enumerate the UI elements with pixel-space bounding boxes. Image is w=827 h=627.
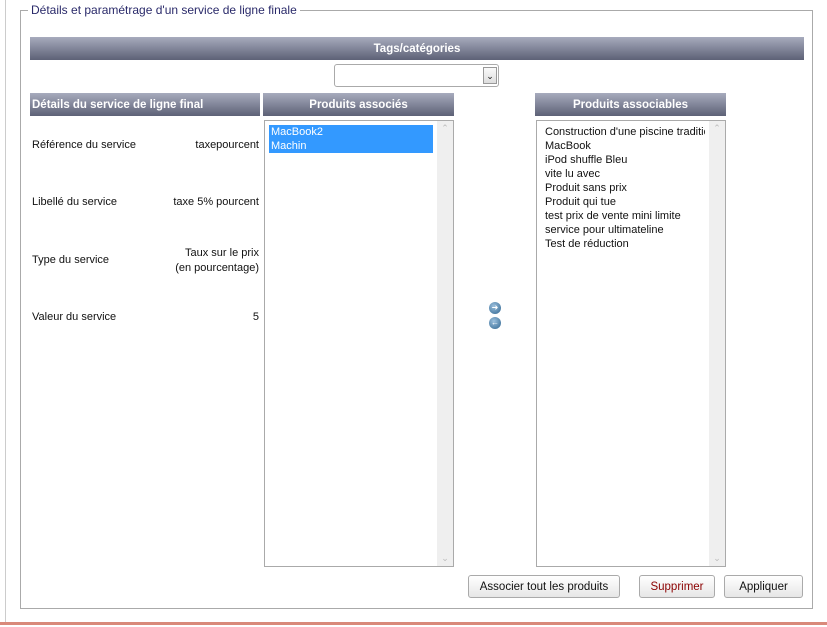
list-item[interactable]: vite lu avec [543, 167, 705, 181]
associable-header: Produits associables [535, 93, 726, 116]
fieldset-legend: Détails et paramétrage d'un service de l… [28, 3, 300, 17]
list-item[interactable]: service pour ultimateline [543, 223, 705, 237]
detail-value: taxepourcent [195, 139, 259, 151]
arrow-right-icon[interactable]: ➜ [489, 302, 501, 314]
scrollbar[interactable]: ⌃ ⌄ [437, 121, 453, 566]
delete-button[interactable]: Supprimer [639, 575, 715, 598]
chevron-down-icon[interactable]: ⌄ [483, 67, 497, 84]
tags-header: Tags/catégories [30, 37, 804, 60]
associable-products-list[interactable]: Construction d'une piscine traditio MacB… [536, 120, 726, 567]
list-item[interactable]: iPod shuffle Bleu [543, 153, 705, 167]
detail-label: Libellé du service [32, 196, 117, 208]
bottom-divider [0, 622, 827, 625]
list-item[interactable]: Test de réduction [543, 237, 705, 251]
detail-value: Taux sur le prix [185, 247, 259, 259]
list-item[interactable]: Machin [269, 139, 433, 153]
details-header: Détails du service de ligne final [30, 93, 260, 116]
associate-all-button[interactable]: Associer tout les produits [468, 575, 620, 598]
associated-products-list[interactable]: MacBook2 Machin ⌃ ⌄ [264, 120, 454, 567]
detail-label: Type du service [32, 254, 110, 266]
left-border [5, 0, 6, 622]
detail-value: taxe 5% pourcent [173, 196, 259, 208]
tags-select[interactable]: ⌄ [334, 64, 499, 87]
list-item[interactable]: Produit qui tue [543, 195, 705, 209]
detail-value: 5 [252, 311, 259, 323]
detail-label: Valeur du service [32, 311, 117, 323]
list-item[interactable]: test prix de vente mini limite [543, 209, 705, 223]
list-item[interactable]: Construction d'une piscine traditio [543, 125, 705, 139]
associated-header: Produits associés [263, 93, 454, 116]
list-item[interactable]: MacBook [543, 139, 705, 153]
list-item[interactable]: Produit sans prix [543, 181, 705, 195]
detail-value-2: (en pourcentage) [175, 262, 259, 274]
arrow-left-icon[interactable]: ← [489, 317, 501, 329]
list-item[interactable]: MacBook2 [269, 125, 433, 139]
detail-label: Référence du service [32, 139, 136, 151]
apply-button[interactable]: Appliquer [724, 575, 803, 598]
scrollbar[interactable]: ⌃ ⌄ [709, 121, 725, 566]
